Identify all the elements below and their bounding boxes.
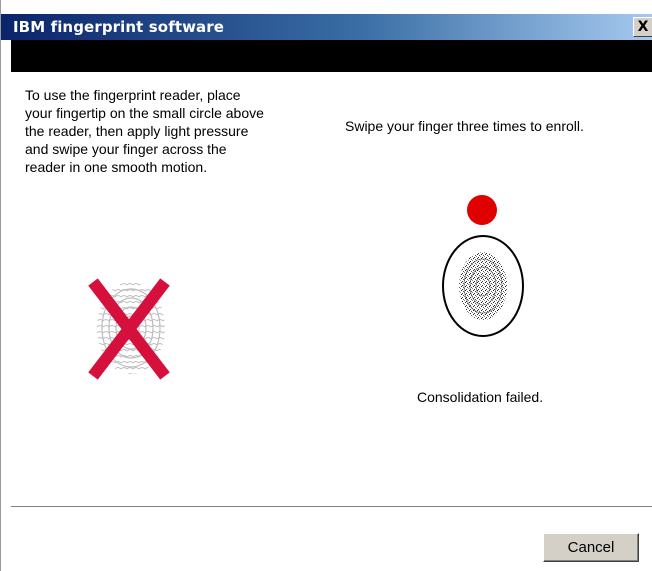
instructions-text: To use the fingerprint reader, place you… [25,87,264,175]
footer-divider [11,506,652,508]
red-indicator-dot [467,195,497,225]
fingerprint-dialog: IBM fingerprint software X To use the fi… [0,0,652,571]
fingerprint-sensor-icon [441,234,525,343]
cancel-button[interactable]: Cancel [543,533,639,562]
enroll-prompt: Swipe your finger three times to enroll. [345,118,584,134]
header-band [11,40,652,72]
title-bar[interactable]: IBM fingerprint software X [1,14,652,40]
close-button[interactable]: X [633,17,652,37]
window-title: IBM fingerprint software [13,18,225,36]
fingerprint-error-x-icon [85,276,175,387]
enroll-status: Consolidation failed. [417,389,544,405]
